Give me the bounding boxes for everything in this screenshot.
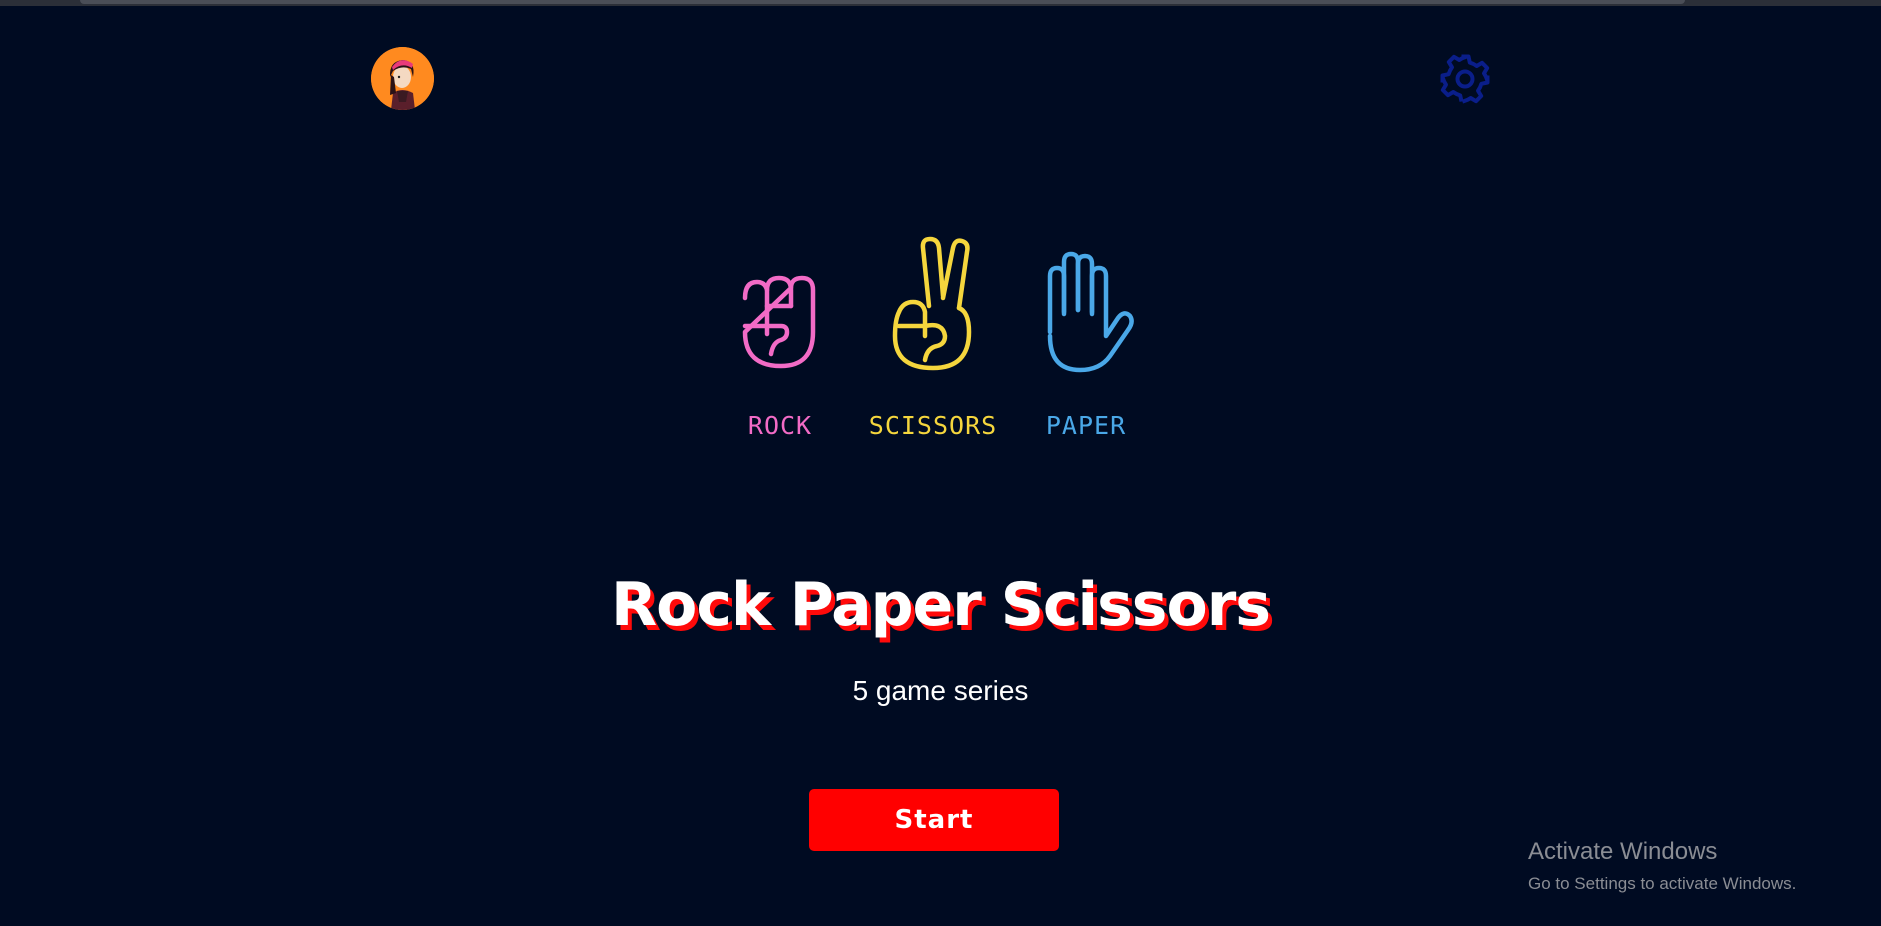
- paper-choice[interactable]: PAPER: [1006, 236, 1166, 448]
- watermark-title: Activate Windows: [1528, 838, 1718, 865]
- victory-hand-icon: [892, 236, 972, 371]
- fist-icon: [742, 275, 816, 369]
- avatar[interactable]: [371, 47, 434, 110]
- series-subtitle: 5 game series: [852, 675, 1029, 706]
- rock-choice[interactable]: ROCK: [700, 236, 860, 448]
- activation-watermark: Activate Windows Go to Settings to activ…: [1528, 838, 1796, 894]
- scissors-choice[interactable]: SCISSORS: [853, 236, 1013, 448]
- rock-label: ROCK: [747, 411, 813, 440]
- start-button[interactable]: Start: [809, 789, 1059, 851]
- paper-label: PAPER: [1045, 411, 1127, 440]
- settings-button[interactable]: [1438, 52, 1492, 106]
- gear-icon: [1440, 54, 1490, 104]
- open-hand-icon: [1047, 251, 1134, 373]
- watermark-subtitle: Go to Settings to activate Windows.: [1528, 874, 1797, 893]
- user-avatar-icon: [371, 47, 434, 110]
- browser-bar: [80, 0, 1685, 4]
- page-title: Rock Paper Scissors: [610, 570, 1271, 640]
- scissors-label: SCISSORS: [868, 411, 998, 440]
- browser-top-strip: [0, 0, 1881, 6]
